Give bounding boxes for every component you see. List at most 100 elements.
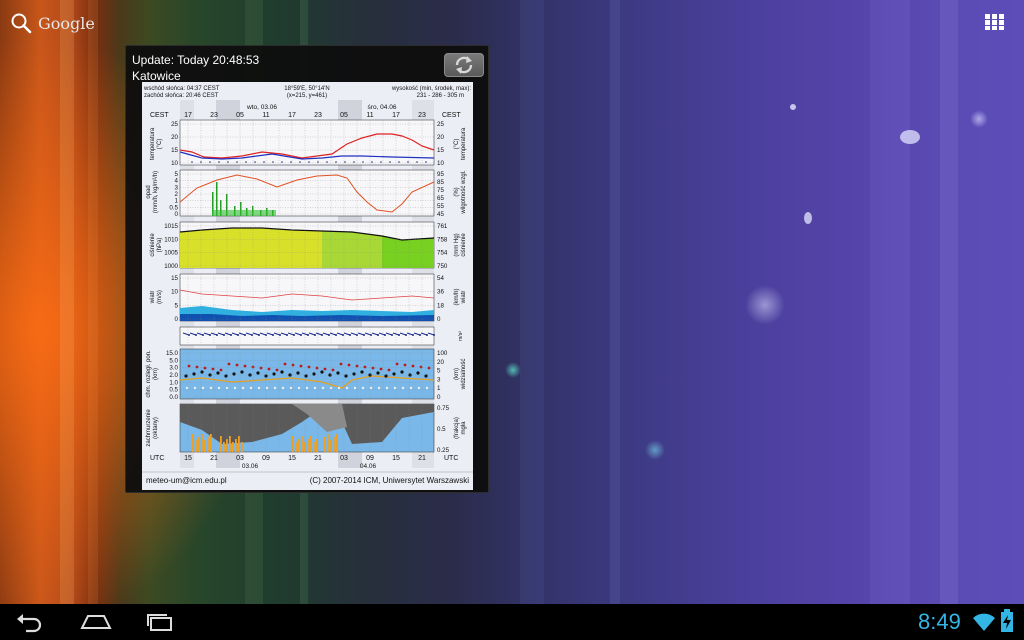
hour-bottom-label: 09 [262,455,270,462]
footer-copyright: (C) 2007-2014 ICM, Uniwersytet Warszawsk… [310,476,470,485]
tz-bottom-right: UTC [444,455,458,462]
axis-tick-right: 55 [437,203,444,210]
pressure-right-label: ciśnienie [461,233,467,257]
hour-bottom-label: 03 [340,455,348,462]
axis-tick-right: 1 [437,385,441,392]
hour-top-label: 05 [340,112,348,119]
height-values: 231 - 286 - 305 m [417,93,464,99]
hour-top-label: 11 [366,112,373,119]
hour-bottom-label: 21 [314,455,322,462]
axis-tick-right: 85 [437,179,444,186]
hour-bottom-label: 21 [210,455,218,462]
axis-tick-left: 1.0 [169,379,178,386]
footer-email: meteo-um@icm.edu.pl [146,476,227,485]
day-label-2: śro, 04.06 [368,104,397,111]
axis-tick-left: 1000 [164,263,178,270]
hour-top-label: 17 [184,112,192,119]
axis-tick-right: 750 [437,263,448,270]
battery-charging-icon [1001,609,1013,632]
axis-tick-right: 15 [437,147,444,154]
axis-tick-left: 5.0 [169,357,178,364]
axis-tick-left: 15.0 [166,350,179,357]
axis-tick-right: 5 [437,368,441,375]
recent-apps-button[interactable] [142,610,182,636]
temp-left-unit: (°C) [157,139,163,150]
wifi-icon [973,613,995,631]
axis-tick-right: 758 [437,236,448,243]
all-apps-icon[interactable] [985,14,1005,30]
wind-left-unit: (m/s) [157,290,163,304]
grid-text: (x=215, y=461) [287,93,327,99]
axis-tick-left: 0 [175,211,179,218]
sunset-text: zachód słońca: 20:46 CEST [144,93,219,99]
axis-tick-right: 0.75 [437,405,450,412]
humidity-right-label: wilgotność wzgl. [461,170,467,215]
axis-tick-right: 0 [437,316,441,323]
google-search-bar[interactable]: Google [10,10,95,36]
hour-bottom-label: 15 [184,455,192,462]
home-icon [80,615,112,629]
fog-right-unit: (frakcja) [454,417,460,439]
home-button[interactable] [78,610,118,636]
day-label-1: wto, 03.06 [246,104,277,111]
cover-left-label: zachmurzenie [146,409,152,447]
axis-tick-left: 15 [171,275,178,282]
temp-left-label: temperatura [150,127,156,160]
wind-left-label: wiatr [150,291,156,305]
axis-tick-left: 10 [171,160,178,167]
hour-bottom-label: 03 [236,455,244,462]
day-bottom-1: 03.06 [242,463,259,470]
hour-top-label: 23 [418,112,426,119]
fog-right-label: mgła [461,421,467,435]
axis-tick-right: 20 [437,134,444,141]
arrows-right-unit: m/s² [458,331,464,341]
visibility-right-unit: (km) [454,368,460,380]
clouds-left-label: chm. rozległ. pon. [146,350,152,398]
hour-bottom-label: 21 [418,455,426,462]
axis-tick-right: 45 [437,211,444,218]
axis-tick-right: 0.25 [437,447,450,454]
tz-top-left: CEST [150,112,169,119]
axis-tick-left: 2.0 [169,372,178,379]
refresh-button[interactable] [444,53,484,77]
axis-tick-right: 761 [437,223,448,230]
axis-tick-left: 1005 [164,250,178,257]
refresh-icon [455,56,473,74]
height-label: wysokość (min, środek, max): [391,86,471,92]
back-button[interactable] [14,610,54,636]
temp-right-label: temperatura [461,127,467,160]
hour-top-label: 23 [210,112,218,119]
axis-tick-left: 15 [171,147,178,154]
axis-tick-right: 95 [437,171,444,178]
axis-tick-right: 3 [437,376,441,383]
clock[interactable]: 8:49 [918,609,961,635]
google-search-label: Google [38,13,95,33]
pressure-right-unit: (mm Hg) [454,233,460,256]
axis-tick-left: 25 [171,121,178,128]
hour-top-label: 05 [236,112,244,119]
city-name: Katowice [132,69,181,83]
hour-top-label: 23 [314,112,322,119]
axis-tick-left: 3.0 [169,365,178,372]
axis-tick-right: 25 [437,121,444,128]
axis-tick-right: 65 [437,195,444,202]
coords-text: 18°59'E, 50°14'N [284,86,329,92]
temp-right-unit: (°C) [454,139,460,150]
axis-tick-left: 1010 [164,236,178,243]
tz-bottom-left: UTC [150,455,164,462]
axis-tick-right: 75 [437,187,444,194]
axis-tick-left: 5 [175,302,179,309]
hour-top-label: 11 [262,112,269,119]
axis-tick-left: 0.5 [169,387,178,394]
clouds-left-unit: (km) [153,368,159,380]
meteogram: wschód słońca: 04:37 CEST zachód słońca:… [142,82,473,490]
axis-tick-left: 0.0 [169,394,178,401]
recent-apps-icon [147,614,172,631]
axis-tick-right: 10 [437,160,444,167]
precip-left-unit: (mm/h, kg/m²/h) [153,171,159,213]
precip-left-label: opad [146,185,152,198]
wind-right-label: wiatr [461,291,467,305]
axis-tick-right: 0.5 [437,426,446,433]
humidity-right-unit: (%) [454,187,460,196]
axis-tick-right: 54 [437,275,444,282]
